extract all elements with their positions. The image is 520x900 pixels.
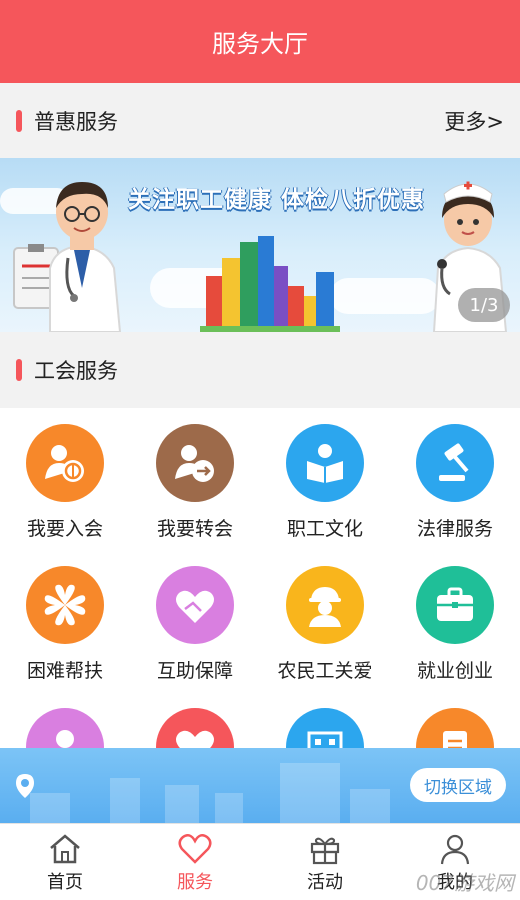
home-icon (50, 834, 80, 864)
worker-icon (286, 566, 364, 644)
service-mutual-aid[interactable]: 互助保障 (130, 550, 260, 690)
skyline-decoration (110, 778, 140, 823)
service-hardship-aid[interactable]: 困难帮扶 (0, 550, 130, 690)
union-section-title: 工会服务 (34, 359, 118, 383)
service-label: 法律服务 (416, 518, 493, 540)
tab-service[interactable]: 服务 (130, 824, 260, 900)
tab-home[interactable]: 首页 (0, 824, 130, 900)
page-title: 服务大厅 (212, 30, 308, 58)
more-link[interactable]: 更多> (444, 106, 504, 136)
clover-icon (26, 566, 104, 644)
service-label: 就业创业 (416, 660, 493, 682)
service-label: 困难帮扶 (26, 660, 103, 682)
service-label: 我要入会 (26, 518, 103, 540)
section-accent-bar (16, 110, 22, 132)
service-legal[interactable]: 法律服务 (390, 408, 520, 548)
skyline-decoration (215, 793, 243, 823)
heart-outline-icon (178, 833, 212, 864)
service-worker-culture[interactable]: 职工文化 (260, 408, 390, 548)
page-title-bar: 服务大厅 (0, 0, 520, 83)
service-join-union[interactable]: 我要入会 (0, 408, 130, 548)
gavel-icon (416, 424, 494, 502)
puhui-section-title: 普惠服务 (34, 110, 118, 134)
service-employment[interactable]: 就业创业 (390, 550, 520, 690)
transfer-union-icon (156, 424, 234, 502)
region-bar: 切换区域 (0, 748, 520, 823)
skyline-decoration (30, 793, 70, 823)
heart-hands-icon (156, 566, 234, 644)
reading-icon (286, 424, 364, 502)
watermark: 007游戏网 (415, 871, 514, 895)
briefcase-icon (416, 566, 494, 644)
city-buildings-illustration (200, 236, 340, 332)
skyline-decoration (280, 763, 340, 823)
tab-label: 首页 (47, 872, 83, 893)
banner-pager: 1/3 (458, 288, 510, 322)
gift-icon (310, 837, 340, 865)
union-section-header: 工会服务 (0, 332, 520, 408)
skyline-decoration (165, 785, 199, 823)
service-label: 职工文化 (286, 518, 363, 540)
skyline-decoration (350, 789, 390, 823)
tab-activity[interactable]: 活动 (260, 824, 390, 900)
doctor-illustration (13, 182, 122, 332)
service-transfer-union[interactable]: 我要转会 (130, 408, 260, 548)
join-union-icon (26, 424, 104, 502)
service-label: 互助保障 (156, 660, 233, 682)
switch-region-button[interactable]: 切换区域 (410, 768, 506, 802)
service-migrant-care[interactable]: 农民工关爱 (260, 550, 390, 690)
puhui-section-header: 普惠服务 更多> (0, 83, 520, 159)
location-pin-icon (16, 774, 34, 798)
service-label: 我要转会 (156, 518, 233, 540)
tab-label: 服务 (177, 872, 213, 893)
section-accent-bar (16, 359, 22, 381)
tab-label: 活动 (307, 872, 343, 893)
promo-banner[interactable]: 关注职工健康 体检八折优惠 1/3 (0, 158, 520, 332)
user-icon (440, 834, 470, 865)
service-label: 农民工关爱 (277, 660, 373, 682)
banner-slogan: 关注职工健康 体检八折优惠 (128, 187, 426, 213)
